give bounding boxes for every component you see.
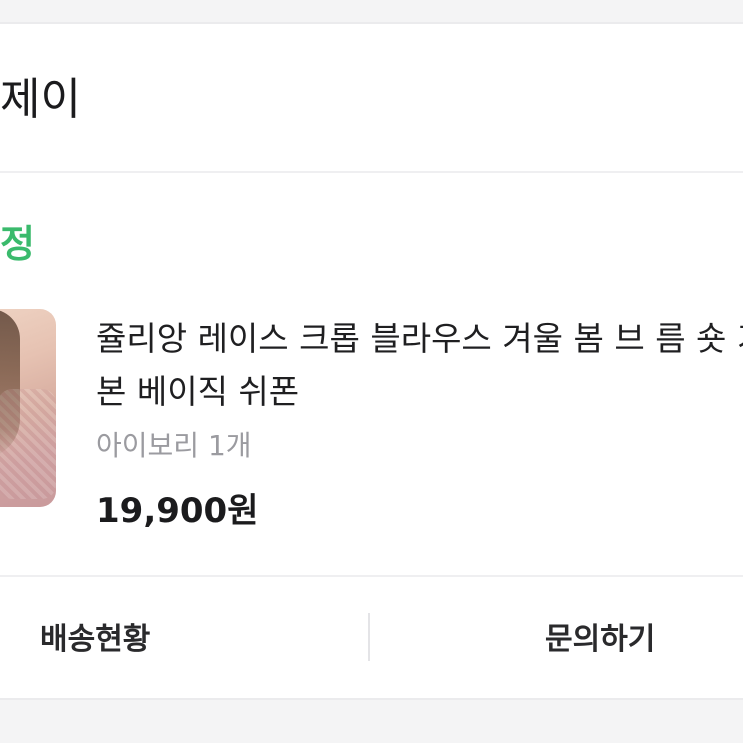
product-thumbnail[interactable]	[0, 309, 56, 507]
order-status: 정	[0, 222, 35, 266]
divider	[0, 171, 743, 173]
product-option: 아이보리 1개	[96, 429, 252, 462]
seller-name[interactable]: 제이	[0, 72, 81, 128]
divider	[0, 575, 743, 577]
shipping-status-button[interactable]: 배송현황	[40, 610, 190, 670]
inquiry-button[interactable]: 문의하기	[545, 610, 695, 670]
product-title[interactable]: 쥴리앙 레이스 크롭 블라우스 겨울 봄 브 름 숏 기본 베이직 쉬폰	[96, 312, 743, 418]
product-price: 19,900원	[96, 491, 259, 531]
order-card: 제이 정 쥴리앙 레이스 크롭 블라우스 겨울 봄 브 름 숏 기본 베이직 쉬…	[0, 22, 743, 700]
thumbnail-lace-detail	[0, 389, 56, 499]
button-separator	[368, 613, 370, 661]
